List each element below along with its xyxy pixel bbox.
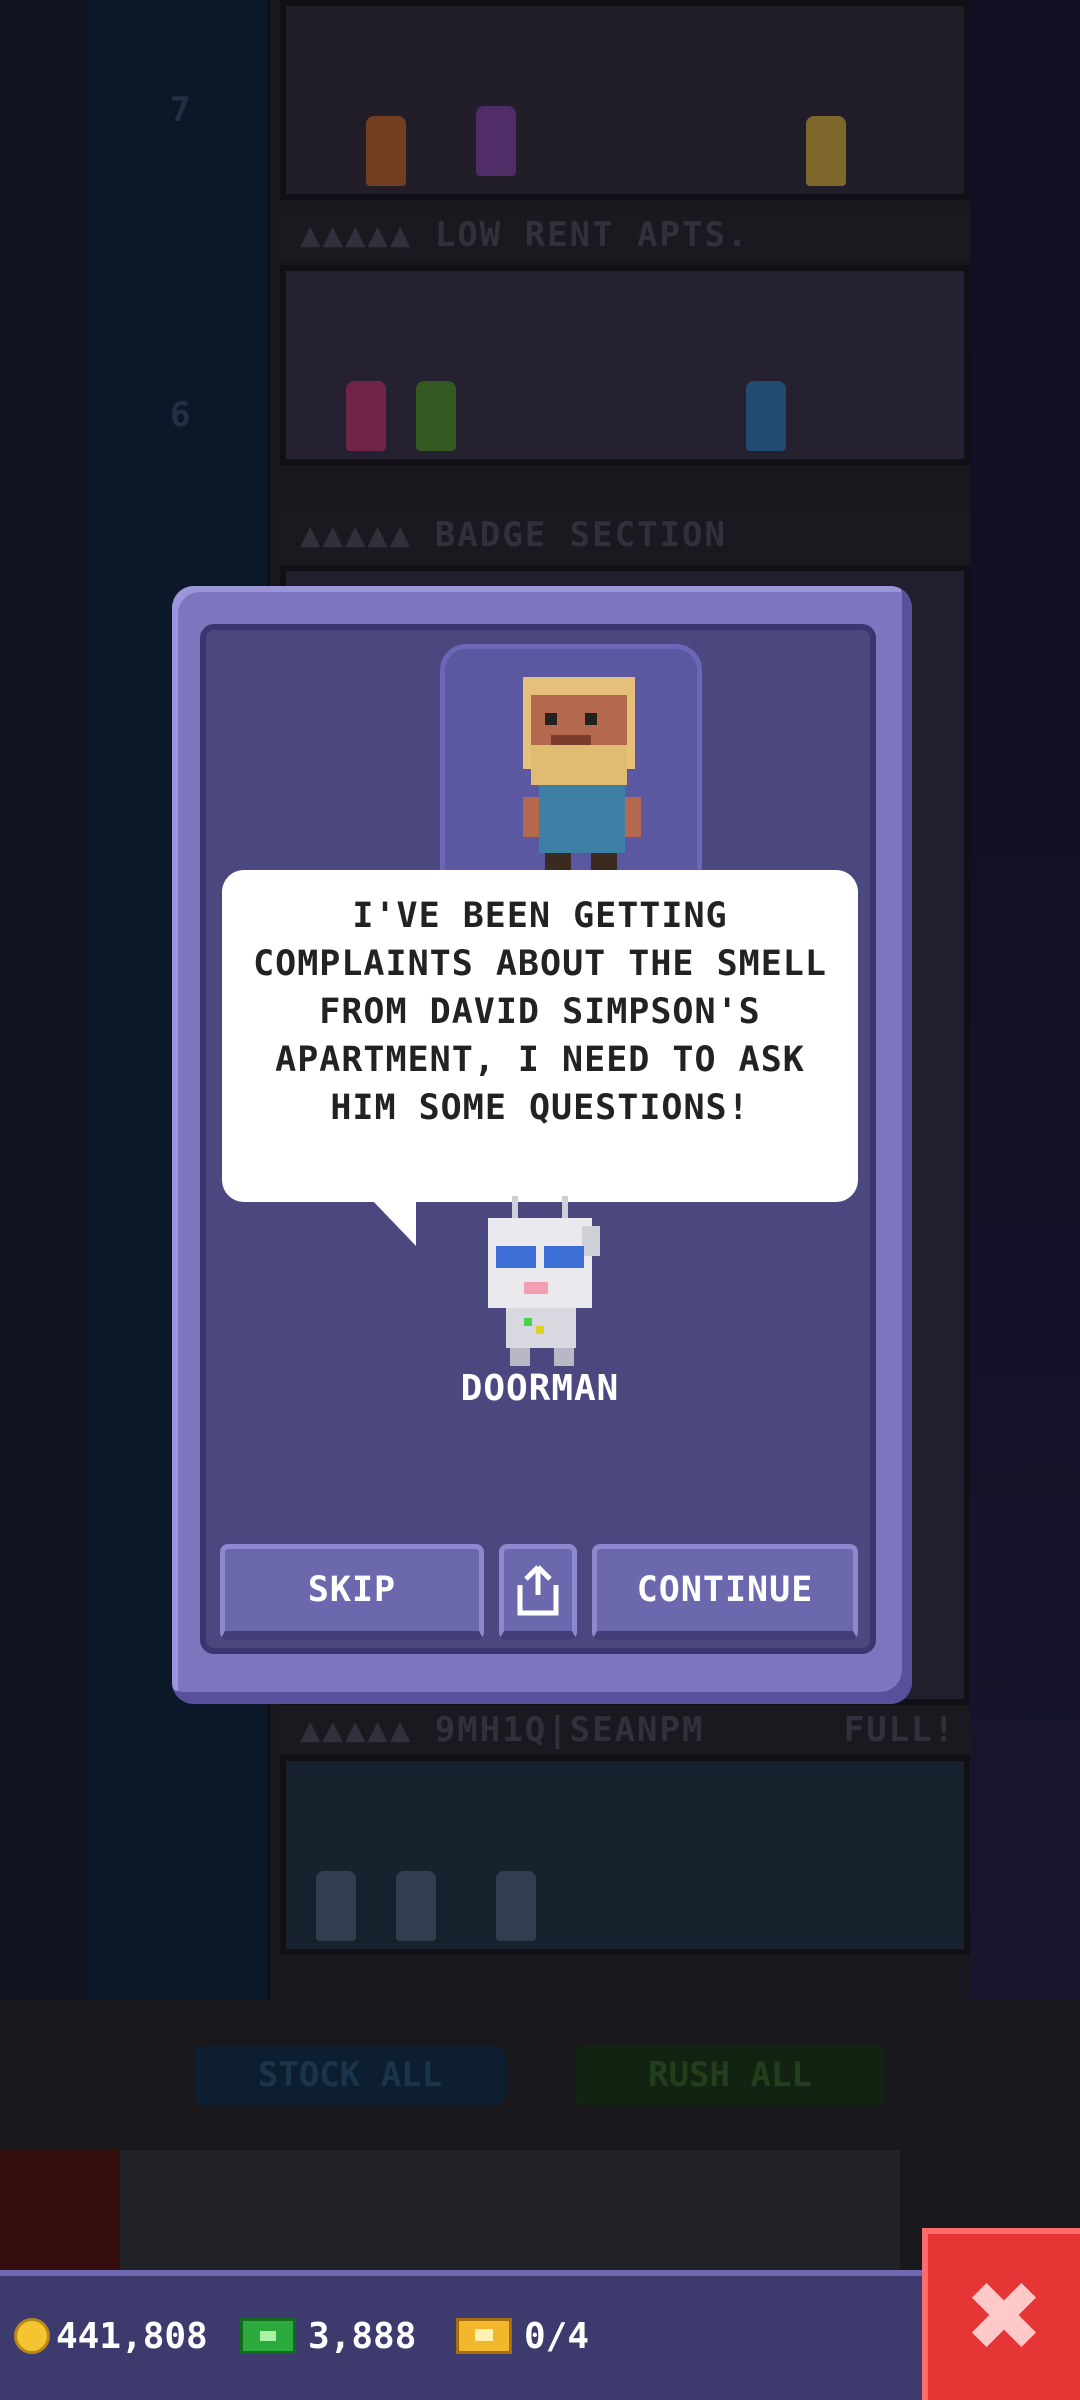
bux-count: 3,888 (308, 2315, 417, 2357)
speech-bubble: I'VE BEEN GETTING COMPLAINTS ABOUT THE S… (222, 870, 858, 1246)
share-icon (517, 1565, 559, 1616)
resident-avatar-icon (523, 677, 641, 873)
continue-button[interactable]: CONTINUE (592, 1544, 858, 1640)
story-dialog: I'VE BEEN GETTING COMPLAINTS ABOUT THE S… (172, 586, 912, 1704)
close-icon: ✖ (963, 2261, 1045, 2373)
coin-icon (14, 2318, 50, 2354)
skip-button[interactable]: SKIP (220, 1544, 484, 1640)
speaker-name: DOORMAN (460, 1368, 620, 1409)
bux-counter: 3,888 (240, 2306, 416, 2366)
bux-icon (240, 2318, 296, 2354)
coin-counter: 441,808 (14, 2306, 208, 2366)
share-button[interactable] (499, 1544, 577, 1640)
resident-portrait-frame (440, 644, 702, 884)
ticket-counter: 0/4 (456, 2306, 589, 2366)
close-button[interactable]: ✖ (922, 2228, 1080, 2400)
coin-count: 441,808 (56, 2315, 208, 2357)
currency-status-bar: 441,808 3,888 0/4 (0, 2270, 940, 2400)
doorman-robot-icon (488, 1196, 600, 1366)
dialog-message: I'VE BEEN GETTING COMPLAINTS ABOUT THE S… (253, 896, 827, 1128)
ticket-icon (456, 2318, 512, 2354)
ticket-count: 0/4 (524, 2315, 590, 2357)
